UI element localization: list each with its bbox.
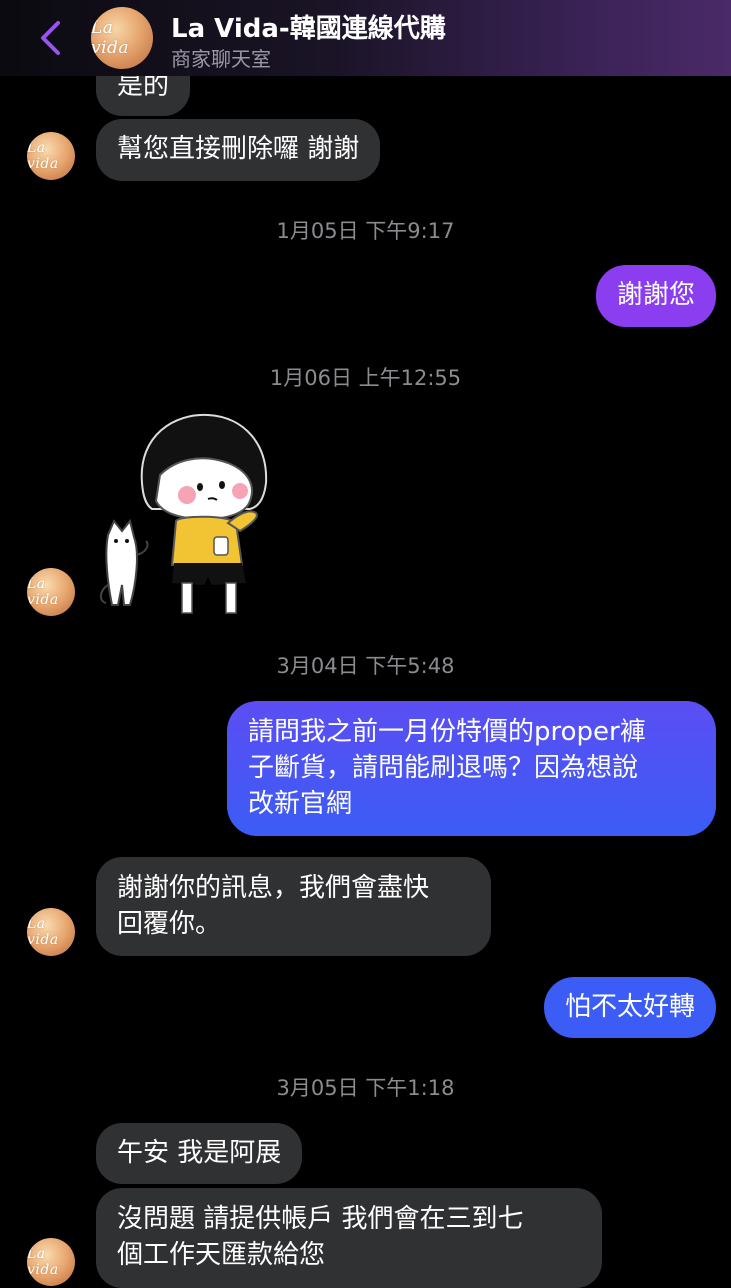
outgoing-message[interactable]: 怕不太好轉 — [543, 977, 716, 1038]
chat-title[interactable]: La Vida-韓國連線代購 — [171, 8, 446, 45]
timestamp: 3月04日 下午5:48 — [276, 654, 455, 678]
outgoing-message[interactable]: 請問我之前一月份特價的proper褲 子斷貨，請問能刷退嗎？因為想說 改新官網 — [227, 701, 716, 836]
chat-header: La vida La Vida-韓國連線代購 商家聊天室 — [0, 0, 731, 76]
incoming-message[interactable]: 謝謝你的訊息，我們會盡快 回覆你。 — [96, 857, 491, 956]
timestamp: 1月06日 上午12:55 — [269, 366, 462, 390]
outgoing-message[interactable]: 謝謝您 — [595, 265, 716, 327]
incoming-message[interactable]: 午安 我是阿展 — [96, 1123, 303, 1184]
merchant-avatar[interactable]: La vida — [27, 908, 75, 956]
merchant-avatar[interactable]: La vida — [91, 7, 153, 69]
merchant-avatar[interactable]: La vida — [27, 568, 75, 616]
incoming-message[interactable]: 幫您直接刪除囉 謝謝 — [96, 119, 381, 181]
chat-subtitle: 商家聊天室 — [171, 47, 271, 71]
back-button[interactable] — [30, 18, 70, 58]
merchant-logo-text: La vida — [91, 18, 130, 58]
chevron-left-icon — [41, 21, 60, 55]
sticker-message[interactable] — [100, 405, 275, 620]
timestamp: 3月05日 下午1:18 — [276, 1076, 455, 1100]
merchant-avatar[interactable]: La vida — [27, 132, 75, 180]
incoming-message[interactable]: 沒問題 請提供帳戶 我們會在三到七 個工作天匯款給您 — [96, 1188, 602, 1288]
girl-thinking-with-cat-sticker-icon — [100, 413, 268, 614]
timestamp: 1月05日 下午9:17 — [276, 219, 455, 243]
merchant-avatar[interactable]: La vida — [27, 1238, 75, 1286]
